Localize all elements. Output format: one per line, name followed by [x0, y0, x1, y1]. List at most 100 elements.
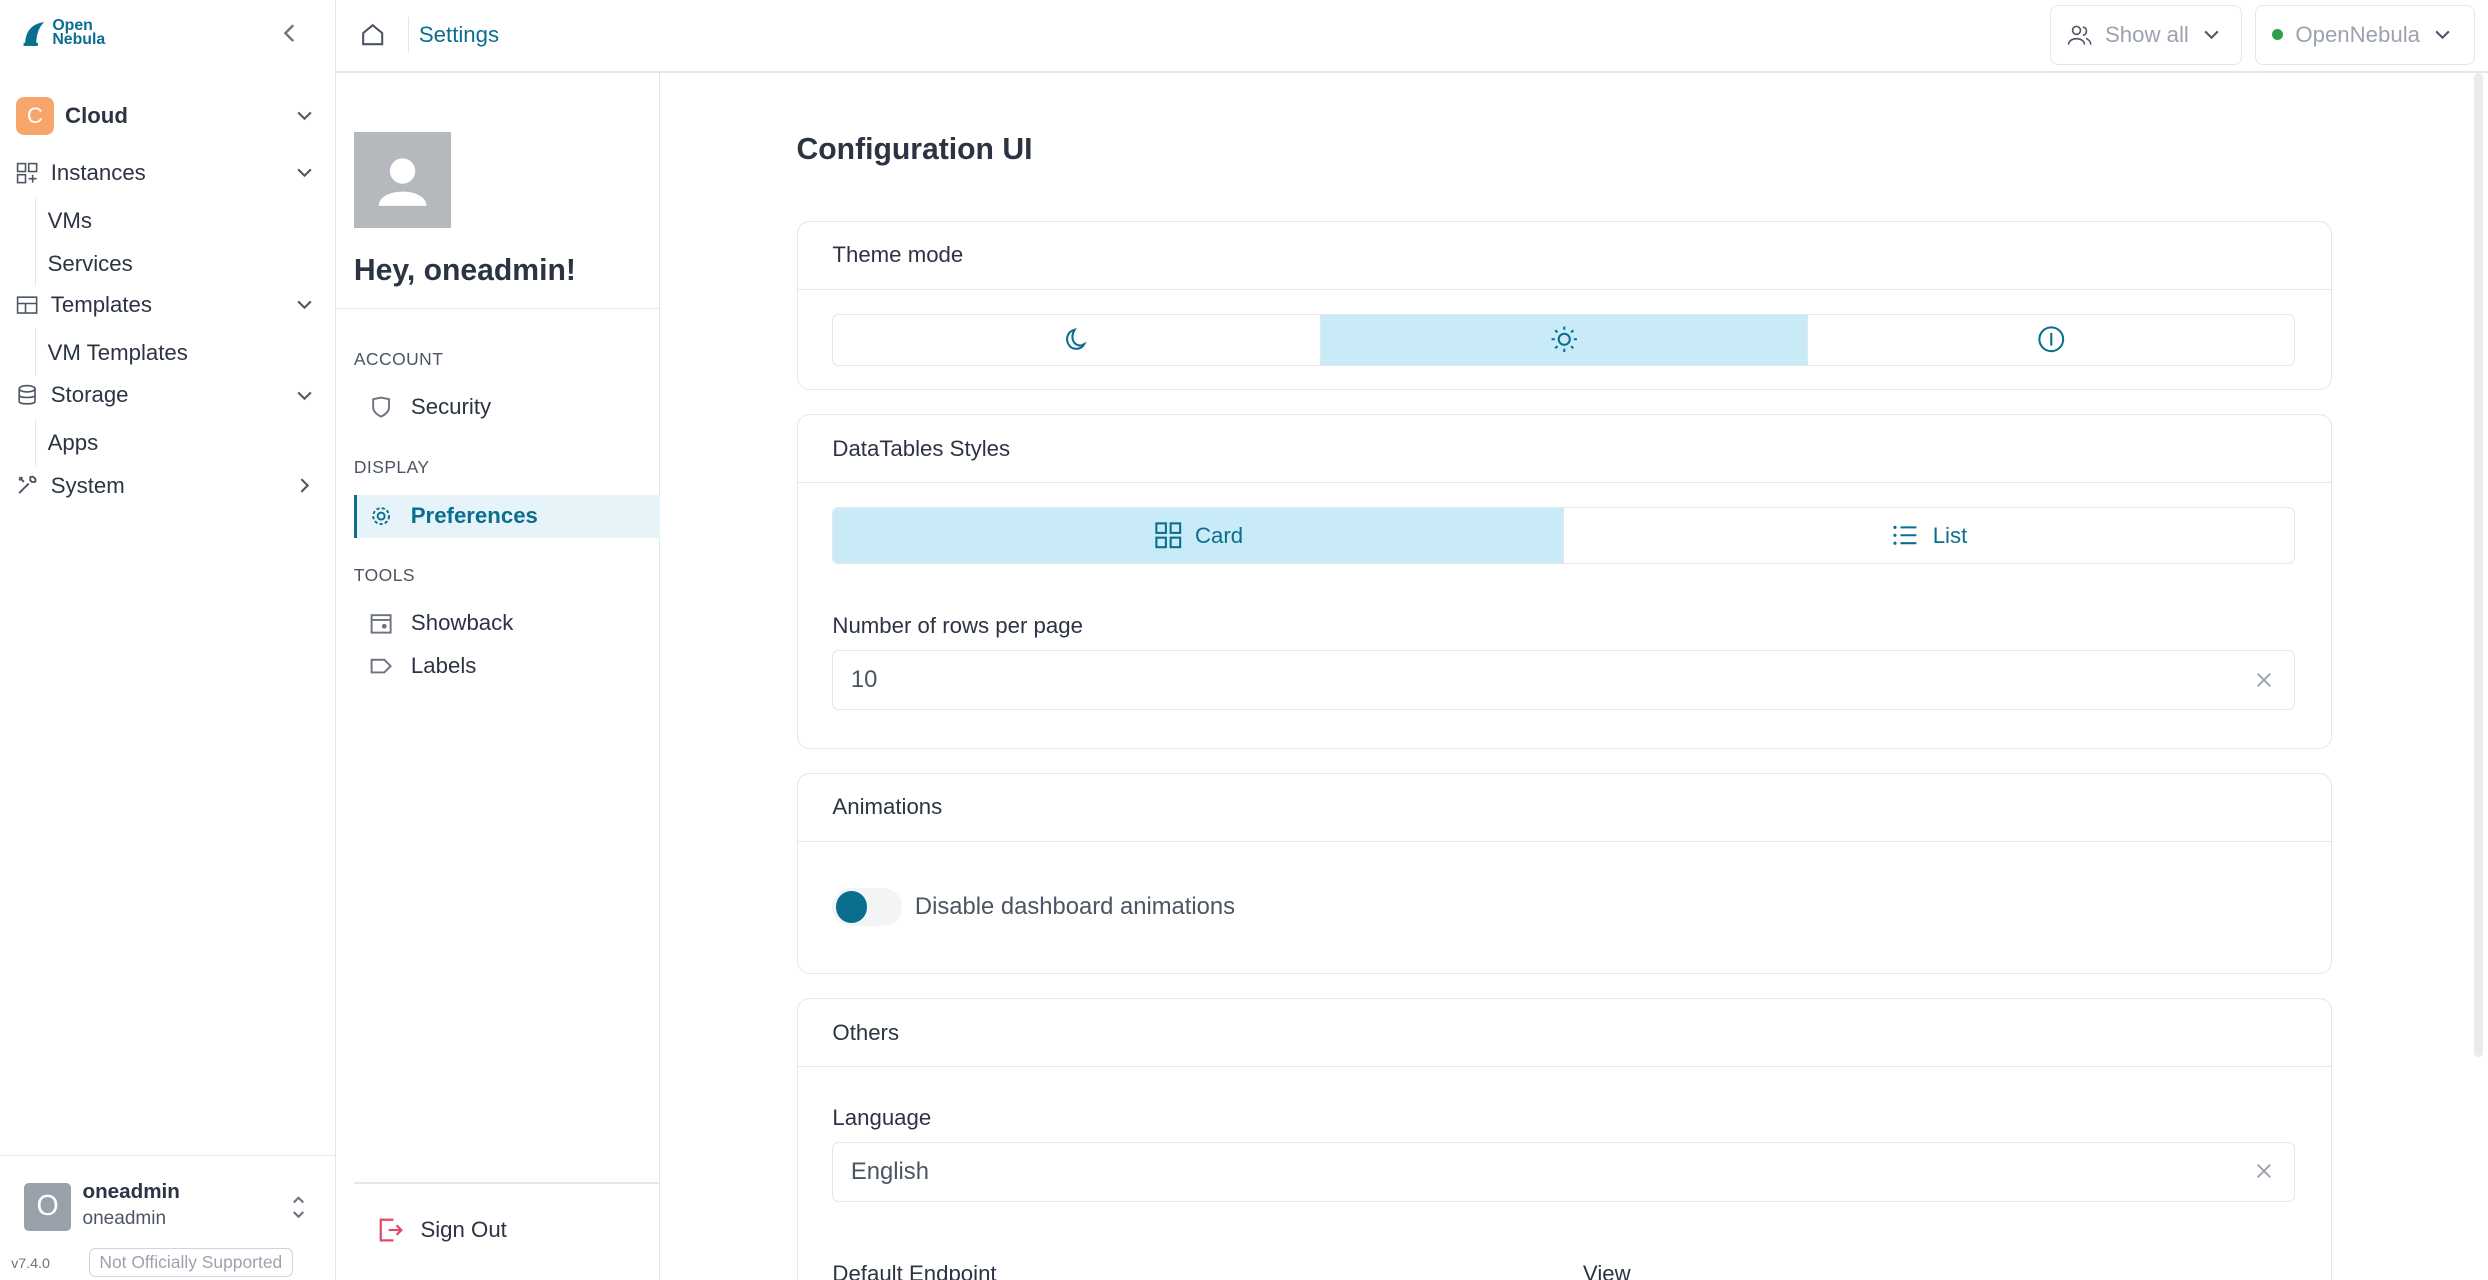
sidebar-group-templates[interactable]: Templates: [16, 284, 321, 325]
view-label: View: [1582, 1260, 1631, 1280]
disable-animations-toggle[interactable]: [832, 887, 903, 927]
sidebar-item-apps[interactable]: Apps: [48, 430, 99, 456]
avatar: O: [23, 1183, 72, 1231]
style-list-label: List: [1932, 522, 1968, 548]
animations-card: Animations Disable dashboard animations: [796, 772, 2333, 975]
gear-icon: [371, 507, 390, 526]
collapse-sidebar-icon[interactable]: [279, 22, 301, 44]
shield-icon: [371, 396, 390, 418]
user-silhouette-icon: [378, 157, 427, 206]
tree-line: [34, 418, 37, 467]
theme-dark-button[interactable]: [833, 315, 1319, 365]
app-root: Open Nebula C Cloud Instances VMs Servic…: [0, 0, 2488, 1280]
settings-navigation: Hey, oneadmin! ACCOUNT Security DISPLAY …: [336, 72, 661, 1280]
instances-icon: [16, 162, 38, 184]
tree-line: [34, 196, 37, 286]
user-group: oneadmin: [82, 1208, 167, 1230]
theme-mode-card: Theme mode: [796, 220, 2333, 391]
group-filter-button[interactable]: Show all: [2050, 4, 2242, 66]
menu-item-label: Security: [410, 393, 492, 419]
sidebar-item-vm-templates[interactable]: VM Templates: [48, 340, 188, 366]
info-circle-icon: [2038, 326, 2065, 353]
chevron-down-icon: [2435, 30, 2450, 40]
user-name: oneadmin: [82, 1179, 180, 1203]
opennebula-logo[interactable]: Open Nebula: [22, 18, 106, 49]
theme-light-button[interactable]: [1319, 314, 1808, 365]
moon-icon: [1066, 328, 1087, 351]
sidebar-item-vms[interactable]: VMs: [48, 208, 92, 234]
home-icon[interactable]: [360, 22, 385, 47]
profile-avatar: [353, 131, 451, 229]
list-icon: [1893, 526, 1917, 546]
menu-item-label: Showback: [410, 609, 514, 635]
cloud-badge: C: [15, 96, 54, 135]
rows-per-page-value: 10: [850, 666, 878, 694]
chevron-down-icon: [297, 111, 312, 121]
sidebar-item-services[interactable]: Services: [48, 251, 133, 277]
zone-selector-button[interactable]: OpenNebula: [2254, 4, 2476, 66]
menu-item-labels[interactable]: Labels: [354, 644, 660, 687]
section-label-tools: TOOLS: [353, 564, 415, 585]
sign-out-button[interactable]: Sign Out: [376, 1215, 507, 1244]
menu-item-label: Preferences: [410, 503, 538, 529]
default-endpoint-label: Default Endpoint: [832, 1260, 997, 1280]
chevron-down-icon: [297, 300, 312, 310]
style-card-button[interactable]: Card: [833, 508, 1564, 564]
sidebar-group-instances[interactable]: Instances: [16, 152, 321, 193]
expand-updown-icon[interactable]: [289, 1193, 308, 1222]
card-title: Theme mode: [797, 222, 2332, 290]
clear-icon[interactable]: [2256, 1163, 2272, 1179]
style-list-button[interactable]: List: [1563, 508, 2294, 564]
zone-status-dot: [2271, 29, 2283, 41]
divider: [336, 307, 661, 310]
sidebar-group-label: Templates: [50, 291, 152, 317]
section-label-account: ACCOUNT: [353, 349, 444, 370]
database-icon: [18, 384, 36, 405]
clear-icon[interactable]: [2256, 672, 2272, 688]
sidebar-group-label: Storage: [50, 382, 129, 408]
toggle-knob: [835, 891, 868, 923]
section-label-display: DISPLAY: [353, 456, 430, 477]
disable-animations-label: Disable dashboard animations: [914, 892, 1236, 920]
version-label: v7.4.0: [11, 1256, 50, 1273]
menu-item-preferences[interactable]: Preferences: [353, 495, 661, 538]
users-icon: [2067, 25, 2092, 45]
theme-system-button[interactable]: [1807, 314, 2294, 365]
language-select[interactable]: English: [832, 1141, 2296, 1203]
sidebar-group-system[interactable]: System: [16, 465, 321, 506]
logo-line-2: Nebula: [52, 31, 106, 49]
group-filter-label: Show all: [2104, 21, 2189, 47]
style-card-label: Card: [1194, 522, 1244, 548]
chevron-down-icon: [297, 391, 312, 400]
greeting-heading: Hey, oneadmin!: [353, 253, 576, 287]
theme-mode-selector: [832, 313, 2296, 366]
chevron-down-icon: [2204, 30, 2219, 40]
user-menu[interactable]: O oneadmin oneadmin v7.4.0 Not Officiall…: [0, 1155, 337, 1280]
cloud-selector[interactable]: C Cloud: [15, 95, 321, 136]
main-sidebar: Open Nebula C Cloud Instances VMs Servic…: [0, 0, 337, 1280]
calendar-icon: [370, 613, 392, 634]
zone-label: OpenNebula: [2295, 21, 2421, 47]
opennebula-logo-icon: [23, 22, 45, 46]
tools-icon: [18, 476, 37, 495]
menu-item-showback[interactable]: Showback: [354, 601, 660, 644]
language-value: English: [850, 1157, 929, 1185]
menu-item-security[interactable]: Security: [354, 386, 660, 429]
card-title: DataTables Styles: [797, 415, 2332, 484]
page-scrollbar[interactable]: [2473, 72, 2484, 1057]
divider: [353, 1182, 661, 1184]
datatables-style-selector: Card List: [832, 507, 2296, 565]
page-title: Configuration UI: [796, 133, 1033, 167]
sidebar-group-storage[interactable]: Storage: [16, 374, 321, 415]
sidebar-group-label: Instances: [50, 159, 146, 185]
tag-icon: [370, 658, 392, 673]
card-title: Others: [797, 999, 2332, 1068]
rows-per-page-select[interactable]: 10: [832, 649, 2296, 711]
menu-item-label: Labels: [410, 652, 477, 678]
datatables-styles-card: DataTables Styles Card List Number of ro…: [796, 414, 2333, 749]
chevron-right-icon: [300, 478, 310, 493]
language-label: Language: [832, 1105, 932, 1131]
breadcrumb[interactable]: Settings: [419, 22, 499, 48]
support-badge: Not Officially Supported: [88, 1248, 293, 1278]
sun-icon: [1551, 327, 1577, 353]
